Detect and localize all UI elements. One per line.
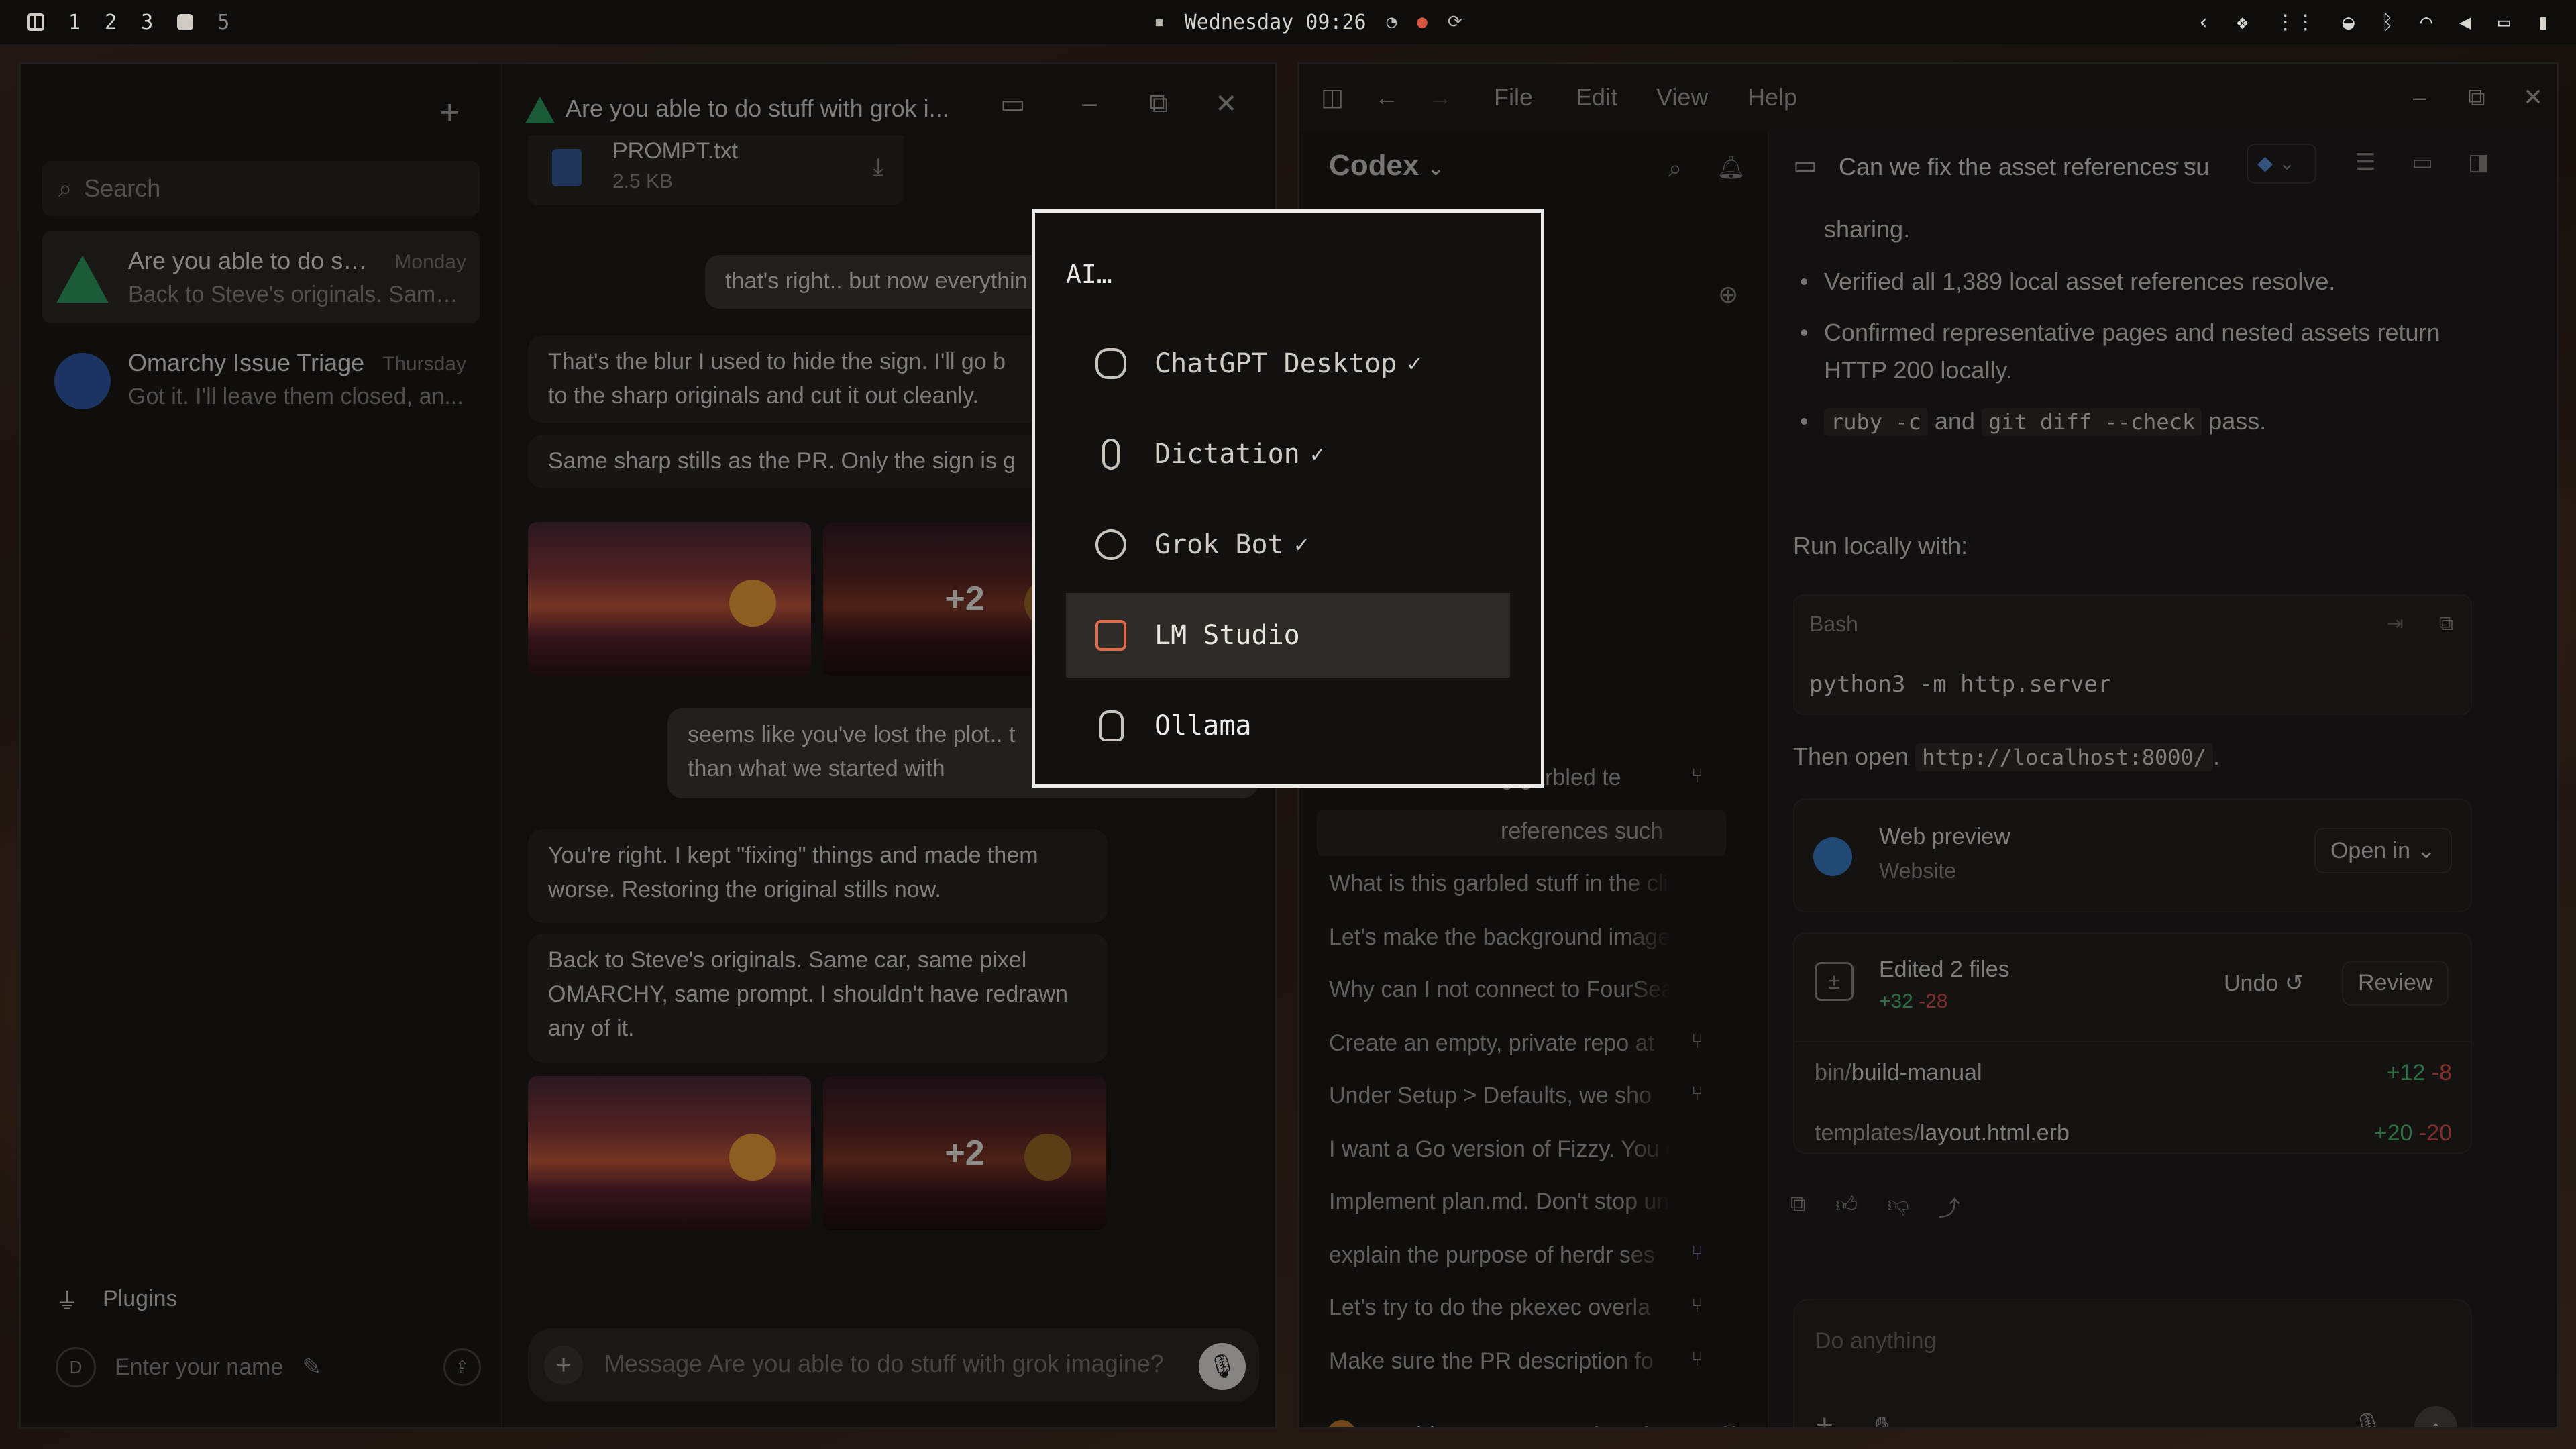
workspace-1[interactable]: 1 (68, 11, 80, 34)
volume-icon[interactable]: ◀ (2459, 11, 2471, 34)
grok-icon (1095, 529, 1126, 560)
update-icon[interactable]: ⟳ (1448, 12, 1462, 32)
wifi-icon[interactable]: ◠ (2420, 11, 2432, 34)
clock-area: ▪ Wednesday 09:26 ◔ ● ⟳ (1154, 0, 1462, 44)
battery-icon[interactable]: ▮ (2537, 11, 2549, 34)
top-bar: 1 2 3 5 ▪ Wednesday 09:26 ◔ ● ⟳ ‹ ❖ ⋮⋮ ◒… (0, 0, 2576, 44)
grid-icon[interactable]: ⋮⋮ (2275, 11, 2316, 34)
monitor-icon[interactable]: ▭ (2498, 11, 2510, 34)
apps-icon[interactable] (27, 13, 44, 31)
idle-icon[interactable]: ◔ (1387, 12, 1397, 32)
ollama-icon[interactable]: ◒ (2343, 11, 2355, 34)
launcher-option-chatgpt[interactable]: ChatGPT Desktop ✓ (1066, 321, 1510, 406)
datetime[interactable]: Wednesday 09:26 (1185, 11, 1366, 34)
launcher-option-dictation[interactable]: Dictation ✓ (1066, 412, 1510, 496)
check-icon: ✓ (1407, 350, 1421, 377)
workspace-3[interactable]: 3 (141, 11, 153, 34)
chevron-left-icon[interactable]: ‹ (2198, 11, 2210, 34)
launcher-option-ollama[interactable]: Ollama (1066, 684, 1510, 768)
workspace-5[interactable]: 5 (217, 11, 229, 34)
workspace-2[interactable]: 2 (105, 11, 117, 34)
workspace-4-active-indicator[interactable] (177, 14, 194, 30)
workspace-switcher: 1 2 3 5 (27, 11, 229, 34)
launcher-prompt[interactable]: AI… (1066, 260, 1112, 289)
dropbox-icon[interactable]: ❖ (2237, 11, 2249, 34)
launcher-option-grok[interactable]: Grok Bot ✓ (1066, 502, 1510, 587)
screen-recorder-icon[interactable]: ▪ (1154, 12, 1165, 32)
chatgpt-icon (1095, 348, 1126, 379)
lm-studio-icon (1095, 620, 1126, 651)
ai-launcher-menu: AI… ChatGPT Desktop ✓ Dictation ✓ Grok B… (1032, 209, 1544, 788)
system-tray: ‹ ❖ ⋮⋮ ◒ ᛒ ◠ ◀ ▭ ▮ (2198, 0, 2549, 44)
notification-icon[interactable]: ● (1417, 12, 1428, 32)
check-icon: ✓ (1294, 531, 1309, 558)
launcher-option-lm-studio[interactable]: LM Studio (1066, 593, 1510, 678)
ollama-icon (1099, 710, 1124, 741)
microphone-icon (1102, 439, 1120, 470)
bluetooth-icon[interactable]: ᛒ (2381, 11, 2394, 34)
check-icon: ✓ (1310, 441, 1325, 468)
